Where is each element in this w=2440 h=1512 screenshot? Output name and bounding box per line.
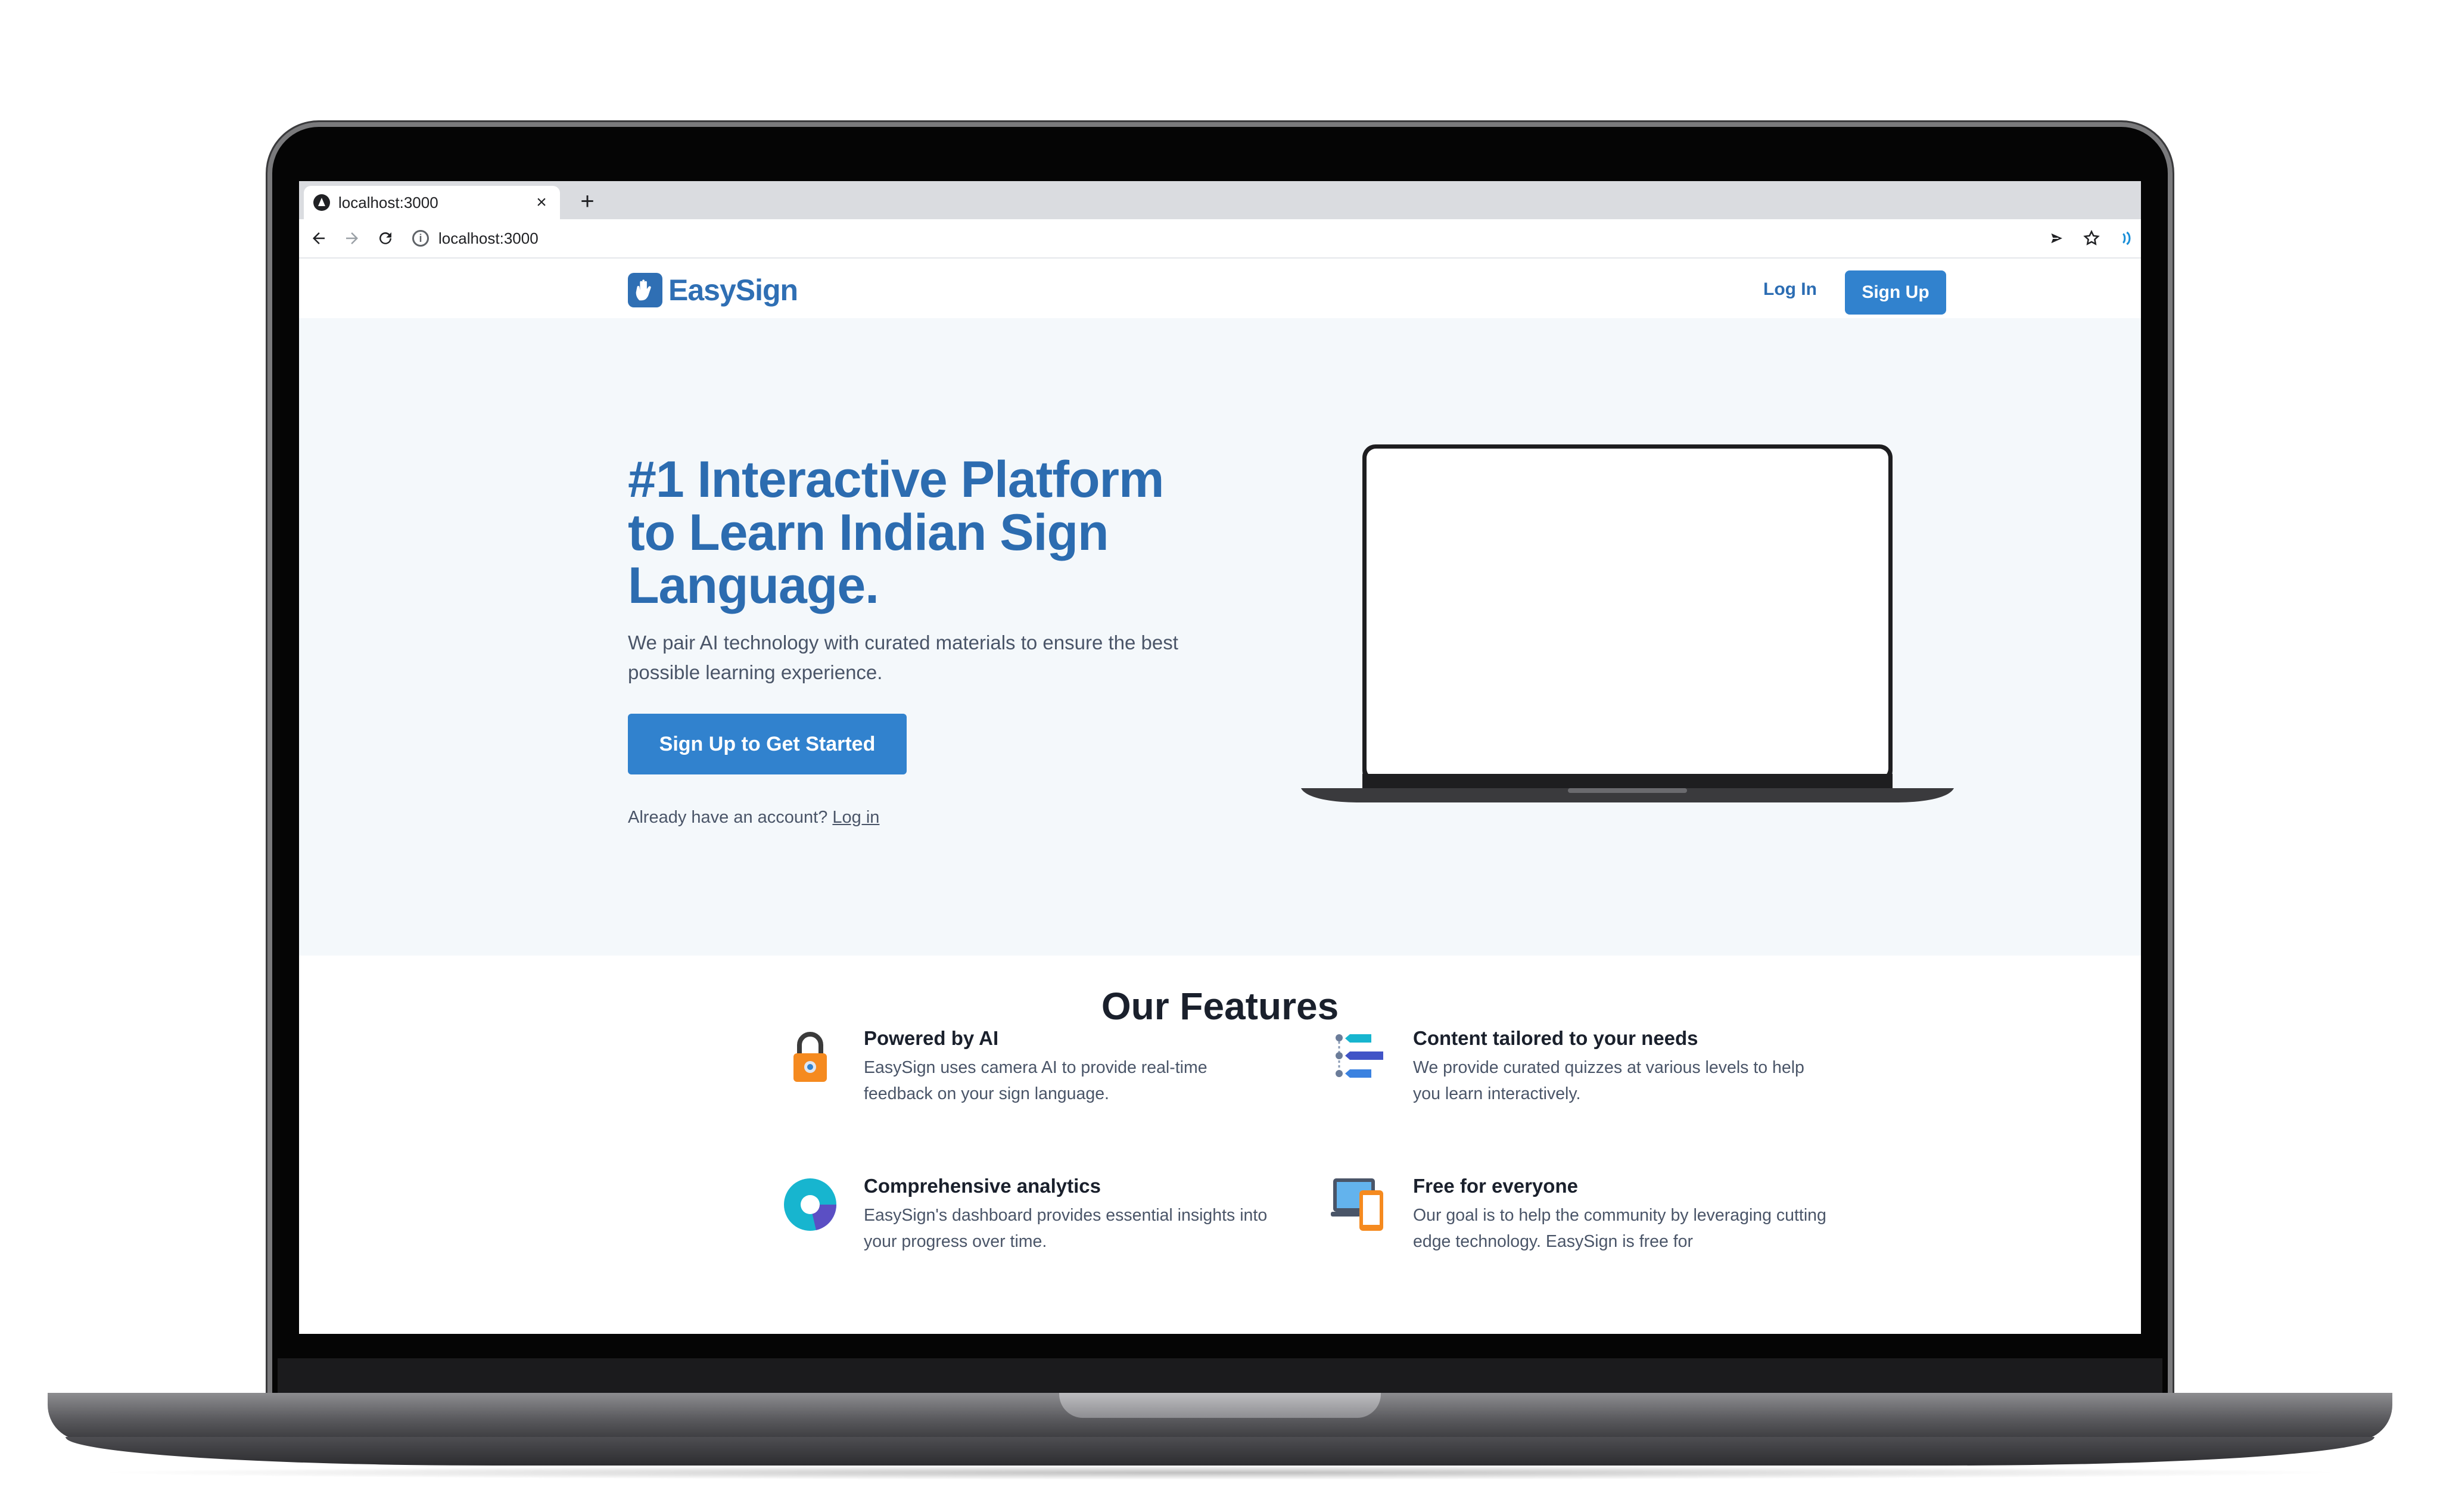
hero-title: #1 Interactive Platform to Learn Indian … <box>628 451 1164 614</box>
feature-title: Powered by AI <box>864 1027 999 1049</box>
get-started-button[interactable]: Sign Up to Get Started <box>628 714 907 774</box>
lock-icon <box>793 1032 827 1082</box>
star-icon[interactable] <box>2083 229 2100 247</box>
site-navbar: EasySign Log In Sign Up <box>299 259 2141 318</box>
hero-section: #1 Interactive Platform to Learn Indian … <box>299 318 2141 956</box>
url-text: localhost:3000 <box>438 229 539 247</box>
reload-button[interactable] <box>372 225 399 252</box>
extension-icon[interactable] <box>2117 229 2135 247</box>
laptop-bezel <box>278 1358 2162 1395</box>
arrow-left-icon <box>313 232 325 244</box>
feature-description: Our goal is to help the community by lev… <box>1413 1206 1826 1251</box>
devices-icon <box>1331 1178 1383 1231</box>
tab-title: localhost:3000 <box>338 193 438 211</box>
arrow-right-icon <box>346 232 358 244</box>
reload-icon <box>379 232 391 244</box>
laptop-base-lip <box>66 1437 2374 1466</box>
hero-subtitle: We pair AI technology with curated mater… <box>628 631 1178 683</box>
browser-window: localhost:3000 × + i localhost:3000 Easy… <box>299 181 2141 1334</box>
tab-bar: localhost:3000 × + <box>299 181 2141 219</box>
laptop-shadow <box>89 1466 2351 1480</box>
new-tab-button[interactable]: + <box>574 188 600 214</box>
hand-sign-logo-icon <box>628 273 662 307</box>
back-button[interactable] <box>305 225 332 252</box>
login-button[interactable]: Log In <box>1753 274 1828 305</box>
favicon-icon <box>313 194 330 211</box>
close-tab-icon[interactable]: × <box>533 194 550 211</box>
forward-button[interactable] <box>338 225 366 252</box>
send-icon[interactable] <box>2048 229 2066 247</box>
feature-title: Free for everyone <box>1413 1175 1578 1197</box>
address-bar[interactable]: i localhost:3000 <box>412 224 2048 253</box>
signup-button[interactable]: Sign Up <box>1845 270 1946 315</box>
laptop-illustration <box>1301 444 1954 802</box>
login-link[interactable]: Log in <box>832 808 879 827</box>
logo-text: EasySign <box>668 273 798 307</box>
login-prompt: Already have an account? Log in <box>628 808 879 827</box>
laptop-notch <box>1059 1393 1381 1418</box>
site-logo[interactable]: EasySign <box>628 273 798 307</box>
feature-title: Comprehensive analytics <box>864 1175 1101 1197</box>
web-page: EasySign Log In Sign Up #1 Interactive P… <box>299 259 2141 1334</box>
site-info-icon[interactable]: i <box>412 230 429 247</box>
browser-tab[interactable]: localhost:3000 × <box>304 186 560 219</box>
browser-toolbar: i localhost:3000 <box>299 219 2141 259</box>
feature-title: Content tailored to your needs <box>1413 1027 1698 1049</box>
list-icon <box>1336 1034 1383 1078</box>
feature-description: We provide curated quizzes at various le… <box>1413 1058 1804 1103</box>
feature-description: EasySign's dashboard provides essential … <box>864 1206 1268 1251</box>
login-prompt-text: Already have an account? <box>628 808 828 827</box>
donut-chart-icon <box>784 1178 837 1231</box>
feature-description: EasySign uses camera AI to provide real-… <box>864 1058 1207 1103</box>
features-title: Our Features <box>1101 985 1339 1028</box>
